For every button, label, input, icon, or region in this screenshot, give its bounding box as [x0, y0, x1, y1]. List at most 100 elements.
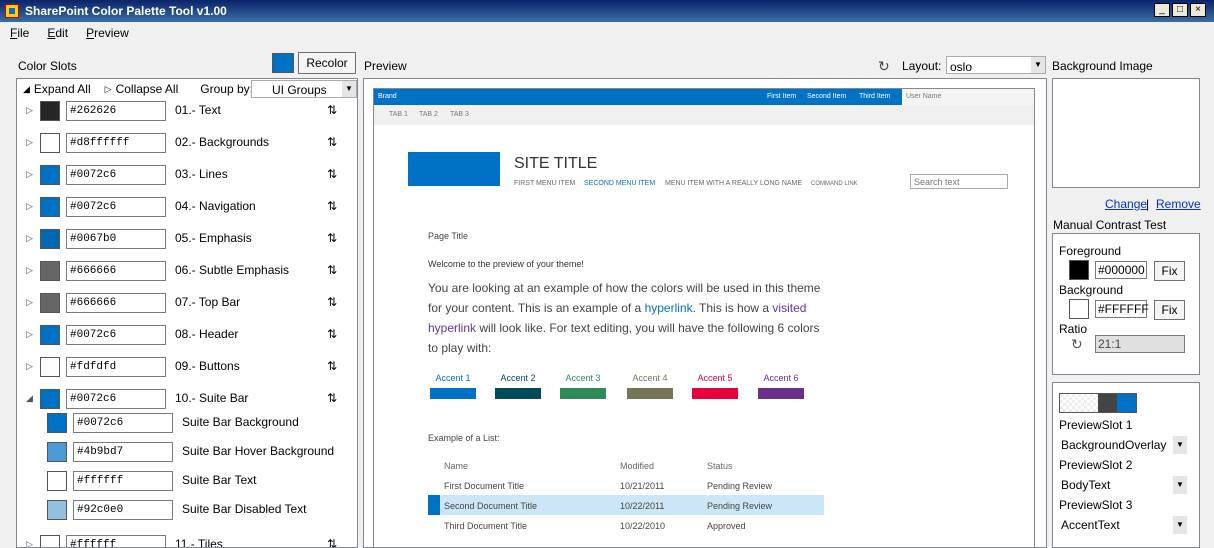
expand-icon[interactable]: ▷ [26, 201, 33, 212]
expand-icon[interactable]: ▷ [26, 233, 33, 244]
change-link[interactable]: Change [1105, 197, 1147, 211]
slot-color-swatch[interactable] [40, 389, 60, 409]
menu-edit[interactable]: Edit [47, 26, 68, 40]
background-fix-button[interactable]: Fix [1154, 300, 1185, 320]
sub-slot-row[interactable]: #0072c6 Suite Bar Background [17, 411, 357, 435]
slot-hex-input[interactable]: #0072c6 [66, 197, 166, 217]
recolor-swatch[interactable] [272, 53, 294, 73]
sort-icon[interactable]: ⇅ [327, 327, 337, 341]
sort-icon[interactable]: ⇅ [327, 263, 337, 277]
slot-color-swatch[interactable] [40, 357, 60, 377]
group-by-dropdown[interactable]: UI Groups ▼ [251, 80, 357, 98]
slot-hex-input[interactable]: #fdfdfd [66, 357, 166, 377]
slot-color-swatch[interactable] [40, 325, 60, 345]
suite-item-second[interactable]: Second Item [807, 93, 846, 100]
slot-hex-input[interactable]: #0072c6 [66, 325, 166, 345]
preview-slot-2-dropdown[interactable]: BodyText ▼ [1059, 476, 1187, 494]
expand-icon[interactable]: ◢ [26, 393, 33, 404]
preview-slot-1-dropdown[interactable]: BackgroundOverlay ▼ [1059, 436, 1187, 454]
nav-long-item[interactable]: MENU ITEM WITH A REALLY LONG NAME [665, 180, 802, 187]
background-input[interactable]: #FFFFFF [1095, 300, 1149, 318]
slot-row[interactable]: ▷ #0072c6 04.- Navigation ⇅ [17, 195, 357, 219]
slot-hex-input[interactable]: #ffffff [66, 535, 166, 547]
slot-hex-input[interactable]: #0072c6 [73, 413, 173, 433]
sort-icon[interactable]: ⇅ [327, 167, 337, 181]
refresh-icon[interactable]: ↻ [878, 58, 890, 75]
remove-link[interactable]: Remove [1156, 197, 1201, 211]
slot-row[interactable]: ◢ #0072c6 10.- Suite Bar ⇅ [17, 387, 357, 411]
background-swatch[interactable] [1069, 299, 1089, 319]
slot-hex-input[interactable]: #0067b0 [66, 229, 166, 249]
slot-color-swatch[interactable] [47, 442, 67, 462]
expand-icon[interactable]: ▷ [26, 169, 33, 180]
slot-hex-input[interactable]: #0072c6 [66, 165, 166, 185]
slot-hex-input[interactable]: #666666 [66, 261, 166, 281]
recolor-button[interactable]: Recolor [298, 52, 356, 74]
site-search-input[interactable]: Search text [910, 174, 1008, 189]
sort-icon[interactable]: ⇅ [327, 295, 337, 309]
refresh-icon[interactable]: ↻ [1071, 336, 1083, 353]
slot-hex-input[interactable]: #4b9bd7 [73, 442, 173, 462]
slot-color-swatch[interactable] [40, 165, 60, 185]
sort-icon[interactable]: ⇅ [327, 135, 337, 149]
expand-icon[interactable]: ▷ [26, 137, 33, 148]
tab-3[interactable]: TAB 3 [450, 111, 469, 118]
maximize-button[interactable]: □ [1172, 3, 1188, 17]
slot-row[interactable]: ▷ #fdfdfd 09.- Buttons ⇅ [17, 355, 357, 379]
slot-hex-input[interactable]: #d8ffffff [66, 133, 166, 153]
slot-color-swatch[interactable] [40, 535, 60, 547]
sort-icon[interactable]: ⇅ [327, 231, 337, 245]
slot-color-swatch[interactable] [40, 197, 60, 217]
slot-color-swatch[interactable] [40, 261, 60, 281]
expand-icon[interactable]: ▷ [26, 105, 33, 116]
slot-row[interactable]: ▷ #d8ffffff 02.- Backgrounds ⇅ [17, 131, 357, 155]
foreground-swatch[interactable] [1069, 260, 1089, 280]
preview-slot-3-dropdown[interactable]: AccentText ▼ [1059, 516, 1187, 534]
collapse-all-link[interactable]: Collapse All [116, 82, 179, 96]
slot-row[interactable]: ▷ #0067b0 05.- Emphasis ⇅ [17, 227, 357, 251]
tab-2[interactable]: TAB 2 [419, 111, 438, 118]
slot-color-swatch[interactable] [40, 101, 60, 121]
menu-file[interactable]: File [10, 26, 29, 40]
slot-hex-input[interactable]: #92c0e0 [73, 500, 173, 520]
slot-row[interactable]: ▷ #0072c6 08.- Header ⇅ [17, 323, 357, 347]
slot-color-swatch[interactable] [47, 500, 67, 520]
user-name[interactable]: User Name [902, 89, 1034, 105]
nav-first-item[interactable]: FIRST MENU ITEM [514, 180, 575, 187]
slot-row[interactable]: ▷ #0072c6 03.- Lines ⇅ [17, 163, 357, 187]
sub-slot-row[interactable]: #4b9bd7 Suite Bar Hover Background [17, 440, 357, 464]
slot-color-swatch[interactable] [47, 471, 67, 491]
slot-hex-input[interactable]: #666666 [66, 293, 166, 313]
expand-icon[interactable]: ▷ [26, 329, 33, 340]
sort-icon[interactable]: ⇅ [327, 537, 337, 547]
sub-slot-row[interactable]: #ffffff Suite Bar Text [17, 469, 357, 493]
foreground-input[interactable]: #000000 [1095, 261, 1147, 279]
expand-icon[interactable]: ▷ [26, 297, 33, 308]
nav-command-link[interactable]: COMMAND LINK [811, 181, 858, 187]
suite-item-first[interactable]: First Item [767, 93, 796, 100]
nav-second-item[interactable]: SECOND MENU ITEM [584, 180, 655, 187]
menu-preview[interactable]: Preview [86, 26, 129, 40]
slot-color-swatch[interactable] [40, 229, 60, 249]
slot-row[interactable]: ▷ #666666 06.- Subtle Emphasis ⇅ [17, 259, 357, 283]
tab-1[interactable]: TAB 1 [389, 111, 408, 118]
slot-row[interactable]: ▷ #666666 07.- Top Bar ⇅ [17, 291, 357, 315]
slot-color-swatch[interactable] [47, 413, 67, 433]
background-image-box[interactable] [1052, 78, 1200, 188]
foreground-fix-button[interactable]: Fix [1154, 261, 1185, 281]
slot-color-swatch[interactable] [40, 293, 60, 313]
list-row[interactable]: Third Document Title 10/22/2010 Approved [428, 515, 824, 535]
slot-row[interactable]: ▷ #262626 01.- Text ⇅ [17, 99, 357, 123]
list-row[interactable]: First Document Title 10/21/2011 Pending Re… [428, 475, 824, 495]
sort-icon[interactable]: ⇅ [327, 391, 337, 405]
sort-icon[interactable]: ⇅ [327, 359, 337, 373]
color-slots-list[interactable]: ◢ Expand All ▷ Collapse All Group by: UI… [16, 78, 358, 548]
suite-item-third[interactable]: Third Item [859, 93, 891, 100]
slot-hex-input[interactable]: #262626 [66, 101, 166, 121]
sub-slot-row[interactable]: #92c0e0 Suite Bar Disabled Text [17, 498, 357, 522]
slot-row[interactable]: ▷ #ffffff 11.- Tiles ⇅ [17, 533, 357, 547]
minimize-button[interactable]: _ [1154, 3, 1170, 17]
list-row[interactable]: Second Document Title 10/22/2011 Pending R… [428, 495, 824, 515]
hyperlink[interactable]: hyperlink [645, 301, 693, 315]
slot-hex-input[interactable]: #0072c6 [66, 389, 166, 409]
